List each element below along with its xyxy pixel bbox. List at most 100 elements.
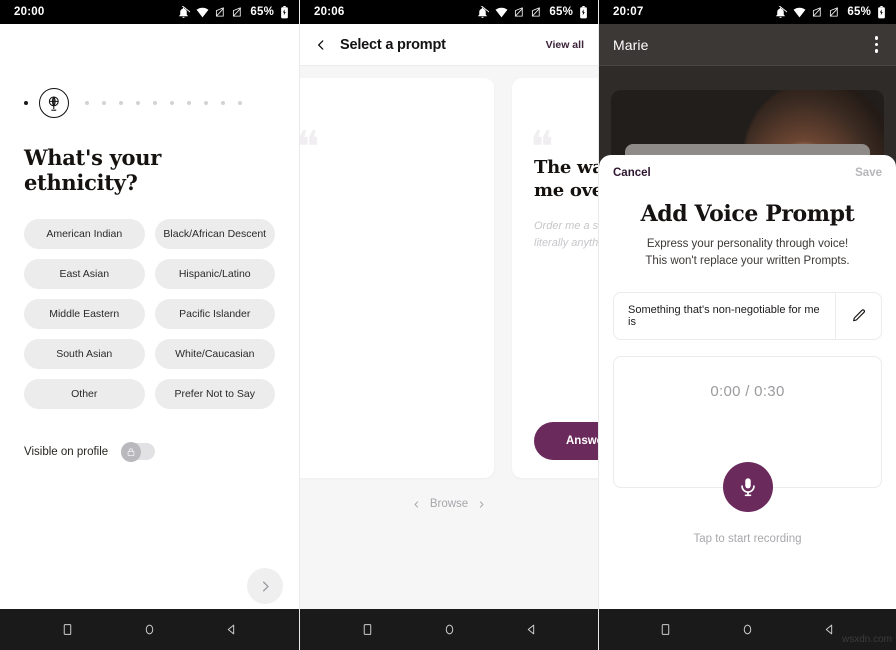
prompt-card-track: ❝ ❝ The way to win me over is Order me a… xyxy=(300,78,598,478)
lock-icon xyxy=(127,447,135,456)
battery-percent: 65% xyxy=(250,6,274,18)
signal-off-icon xyxy=(514,6,525,18)
signal-off-icon xyxy=(812,6,823,18)
signal-off-icon xyxy=(232,6,243,18)
cancel-button[interactable]: Cancel xyxy=(613,167,651,179)
toggle-knob xyxy=(121,441,142,462)
home-button[interactable] xyxy=(741,623,754,636)
circle-icon xyxy=(445,624,453,635)
home-button[interactable] xyxy=(143,623,156,636)
battery-icon xyxy=(579,5,588,19)
visible-on-profile-row: Visible on profile xyxy=(24,441,275,462)
browse-control[interactable]: Browse xyxy=(300,498,598,510)
wifi-icon xyxy=(495,6,508,19)
option-middle-eastern[interactable]: Middle Eastern xyxy=(24,299,145,329)
option-black-african-descent[interactable]: Black/African Descent xyxy=(154,219,275,249)
option-east-asian[interactable]: East Asian xyxy=(24,259,145,289)
progress-dot xyxy=(153,101,157,105)
status-time: 20:00 xyxy=(14,6,45,18)
home-button[interactable] xyxy=(443,623,456,636)
status-icons: 65% xyxy=(476,5,588,19)
profile-name: Marie xyxy=(613,36,649,53)
triangle-back-icon xyxy=(825,624,832,635)
triangle-back-icon xyxy=(228,624,235,635)
status-bar-3: 20:07 65% xyxy=(599,0,896,24)
progress-dot xyxy=(85,101,89,105)
progress-dot xyxy=(102,101,106,105)
wifi-icon xyxy=(793,6,806,19)
back-chevron-icon[interactable] xyxy=(314,38,328,52)
selected-prompt-value: Something that's non-negotiable for me i… xyxy=(628,303,820,328)
profile-app-bar: Marie xyxy=(599,24,896,66)
bell-off-icon xyxy=(774,5,788,19)
three-screenshot-collage: 20:00 65% What's your ethnicity? America… xyxy=(0,0,896,650)
ethnicity-options-grid: American Indian Black/African Descent Ea… xyxy=(24,219,275,409)
prompt-carousel: ❝ ❝ The way to win me over is Order me a… xyxy=(300,66,598,650)
signal-off-icon xyxy=(829,6,840,18)
sheet-title: Add Voice Prompt xyxy=(640,201,855,227)
progress-dot xyxy=(136,101,140,105)
screen-ethnicity-question: 20:00 65% What's your ethnicity? America… xyxy=(0,0,299,650)
recents-button[interactable] xyxy=(659,623,672,636)
record-hint: Tap to start recording xyxy=(693,532,802,545)
option-other[interactable]: Other xyxy=(24,379,145,409)
square-icon xyxy=(63,624,71,635)
recents-button[interactable] xyxy=(361,623,374,636)
recents-button[interactable] xyxy=(61,623,74,636)
option-white-caucasian[interactable]: White/Caucasian xyxy=(154,339,275,369)
browse-label: Browse xyxy=(429,498,469,510)
android-nav-bar-2 xyxy=(300,609,598,650)
chevron-right-icon xyxy=(480,500,484,508)
android-nav-bar-1 xyxy=(0,609,299,650)
status-icons: 65% xyxy=(774,5,886,19)
circle-icon xyxy=(743,624,752,635)
save-button[interactable]: Save xyxy=(855,167,882,179)
square-icon xyxy=(363,624,371,635)
signal-off-icon xyxy=(531,6,542,18)
sheet-subtitle-line2: This won't replace your written Prompts. xyxy=(645,255,850,268)
battery-icon xyxy=(280,5,289,19)
pencil-icon[interactable] xyxy=(835,292,881,339)
page-title: What's your ethnicity? xyxy=(24,145,161,195)
visible-on-profile-toggle[interactable] xyxy=(121,441,156,462)
bell-off-icon xyxy=(177,5,191,19)
back-button[interactable] xyxy=(225,623,238,636)
prompt-card-current[interactable]: ❝ The way to win me over is Order me a s… xyxy=(512,78,598,478)
wifi-icon xyxy=(196,6,209,19)
option-prefer-not-to-say[interactable]: Prefer Not to Say xyxy=(154,379,275,409)
signal-off-icon xyxy=(215,6,226,18)
voice-recorder-panel: 0:00 / 0:30 xyxy=(613,355,882,512)
progress-dot xyxy=(170,101,174,105)
triangle-back-icon xyxy=(527,624,534,635)
onboarding-progress-dots xyxy=(24,24,275,118)
back-button[interactable] xyxy=(525,623,538,636)
chevron-left-icon xyxy=(414,500,418,508)
next-button[interactable] xyxy=(247,568,283,604)
recording-timer: 0:00 / 0:30 xyxy=(710,382,785,400)
answer-button[interactable]: Answer xyxy=(534,422,598,460)
battery-percent: 65% xyxy=(847,6,871,18)
android-nav-bar-3: wsxdn.com xyxy=(599,609,896,650)
option-south-asian[interactable]: South Asian xyxy=(24,339,145,369)
view-all-link[interactable]: View all xyxy=(546,39,584,51)
screen-select-a-prompt: 20:06 65% Select a prompt View all ❝ The… xyxy=(299,0,598,650)
option-pacific-islander[interactable]: Pacific Islander xyxy=(154,299,275,329)
microphone-icon xyxy=(740,477,755,496)
option-american-indian[interactable]: American Indian xyxy=(24,219,145,249)
progress-dot-active xyxy=(24,101,28,105)
back-button[interactable] xyxy=(823,623,836,636)
option-hispanic-latino[interactable]: Hispanic/Latino xyxy=(154,259,275,289)
page-title: Select a prompt xyxy=(340,36,446,53)
status-time: 20:07 xyxy=(613,6,644,18)
selected-prompt-field[interactable]: Something that's non-negotiable for me i… xyxy=(613,291,882,340)
prompt-card-previous[interactable]: ❝ xyxy=(300,78,494,478)
bell-off-icon xyxy=(476,5,490,19)
kebab-menu-icon[interactable] xyxy=(871,32,883,57)
record-button[interactable] xyxy=(722,461,773,512)
screen-add-voice-prompt: 20:07 65% Marie Cancel Save Add Voice Pr… xyxy=(598,0,896,650)
ethnicity-body: What's your ethnicity? American Indian B… xyxy=(0,24,299,650)
battery-icon xyxy=(877,5,886,19)
square-icon xyxy=(662,624,670,635)
status-time: 20:06 xyxy=(314,6,345,18)
progress-dot xyxy=(204,101,208,105)
